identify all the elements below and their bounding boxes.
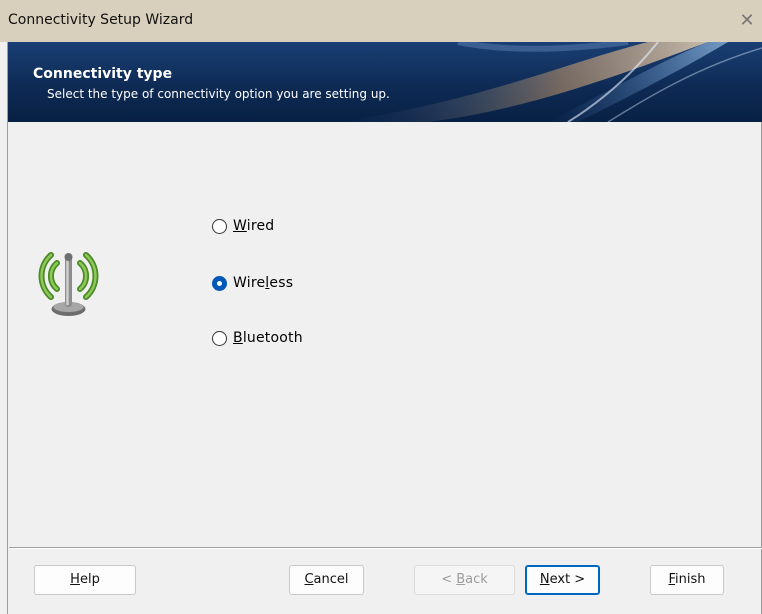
- finish-button[interactable]: Finish: [650, 565, 724, 595]
- radio-wired[interactable]: Wired: [212, 216, 274, 236]
- title-bar[interactable]: Connectivity Setup Wizard ✕: [0, 0, 762, 42]
- radio-wired-label: Wired: [233, 218, 275, 234]
- radio-bluetooth[interactable]: Bluetooth: [212, 328, 303, 348]
- banner-swoosh-graphic: [338, 42, 762, 122]
- wizard-window: Connectivity Setup Wizard ✕ Connectivity…: [0, 0, 762, 614]
- next-button[interactable]: Next >: [525, 565, 600, 595]
- back-button[interactable]: < Back: [414, 565, 515, 595]
- cancel-button[interactable]: Cancel: [289, 565, 364, 595]
- page-title: Connectivity type: [33, 66, 173, 82]
- wireless-antenna-icon: [38, 252, 99, 316]
- radio-wired-button[interactable]: [212, 218, 227, 234]
- left-edge: [0, 42, 8, 614]
- close-icon[interactable]: ✕: [732, 5, 762, 37]
- help-button[interactable]: Help: [34, 565, 136, 595]
- radio-wireless[interactable]: Wireless: [212, 273, 293, 293]
- page-subtitle: Select the type of connectivity option y…: [47, 87, 390, 101]
- window-title: Connectivity Setup Wizard: [8, 12, 194, 28]
- wizard-content: Wired Wireless Bluetooth: [9, 122, 761, 546]
- header-banner: Connectivity type Select the type of con…: [8, 42, 762, 122]
- radio-bluetooth-label: Bluetooth: [233, 330, 303, 346]
- footer-separator: [9, 547, 762, 549]
- radio-wireless-button[interactable]: [212, 275, 227, 291]
- radio-wireless-label: Wireless: [233, 275, 294, 291]
- radio-bluetooth-button[interactable]: [212, 330, 227, 346]
